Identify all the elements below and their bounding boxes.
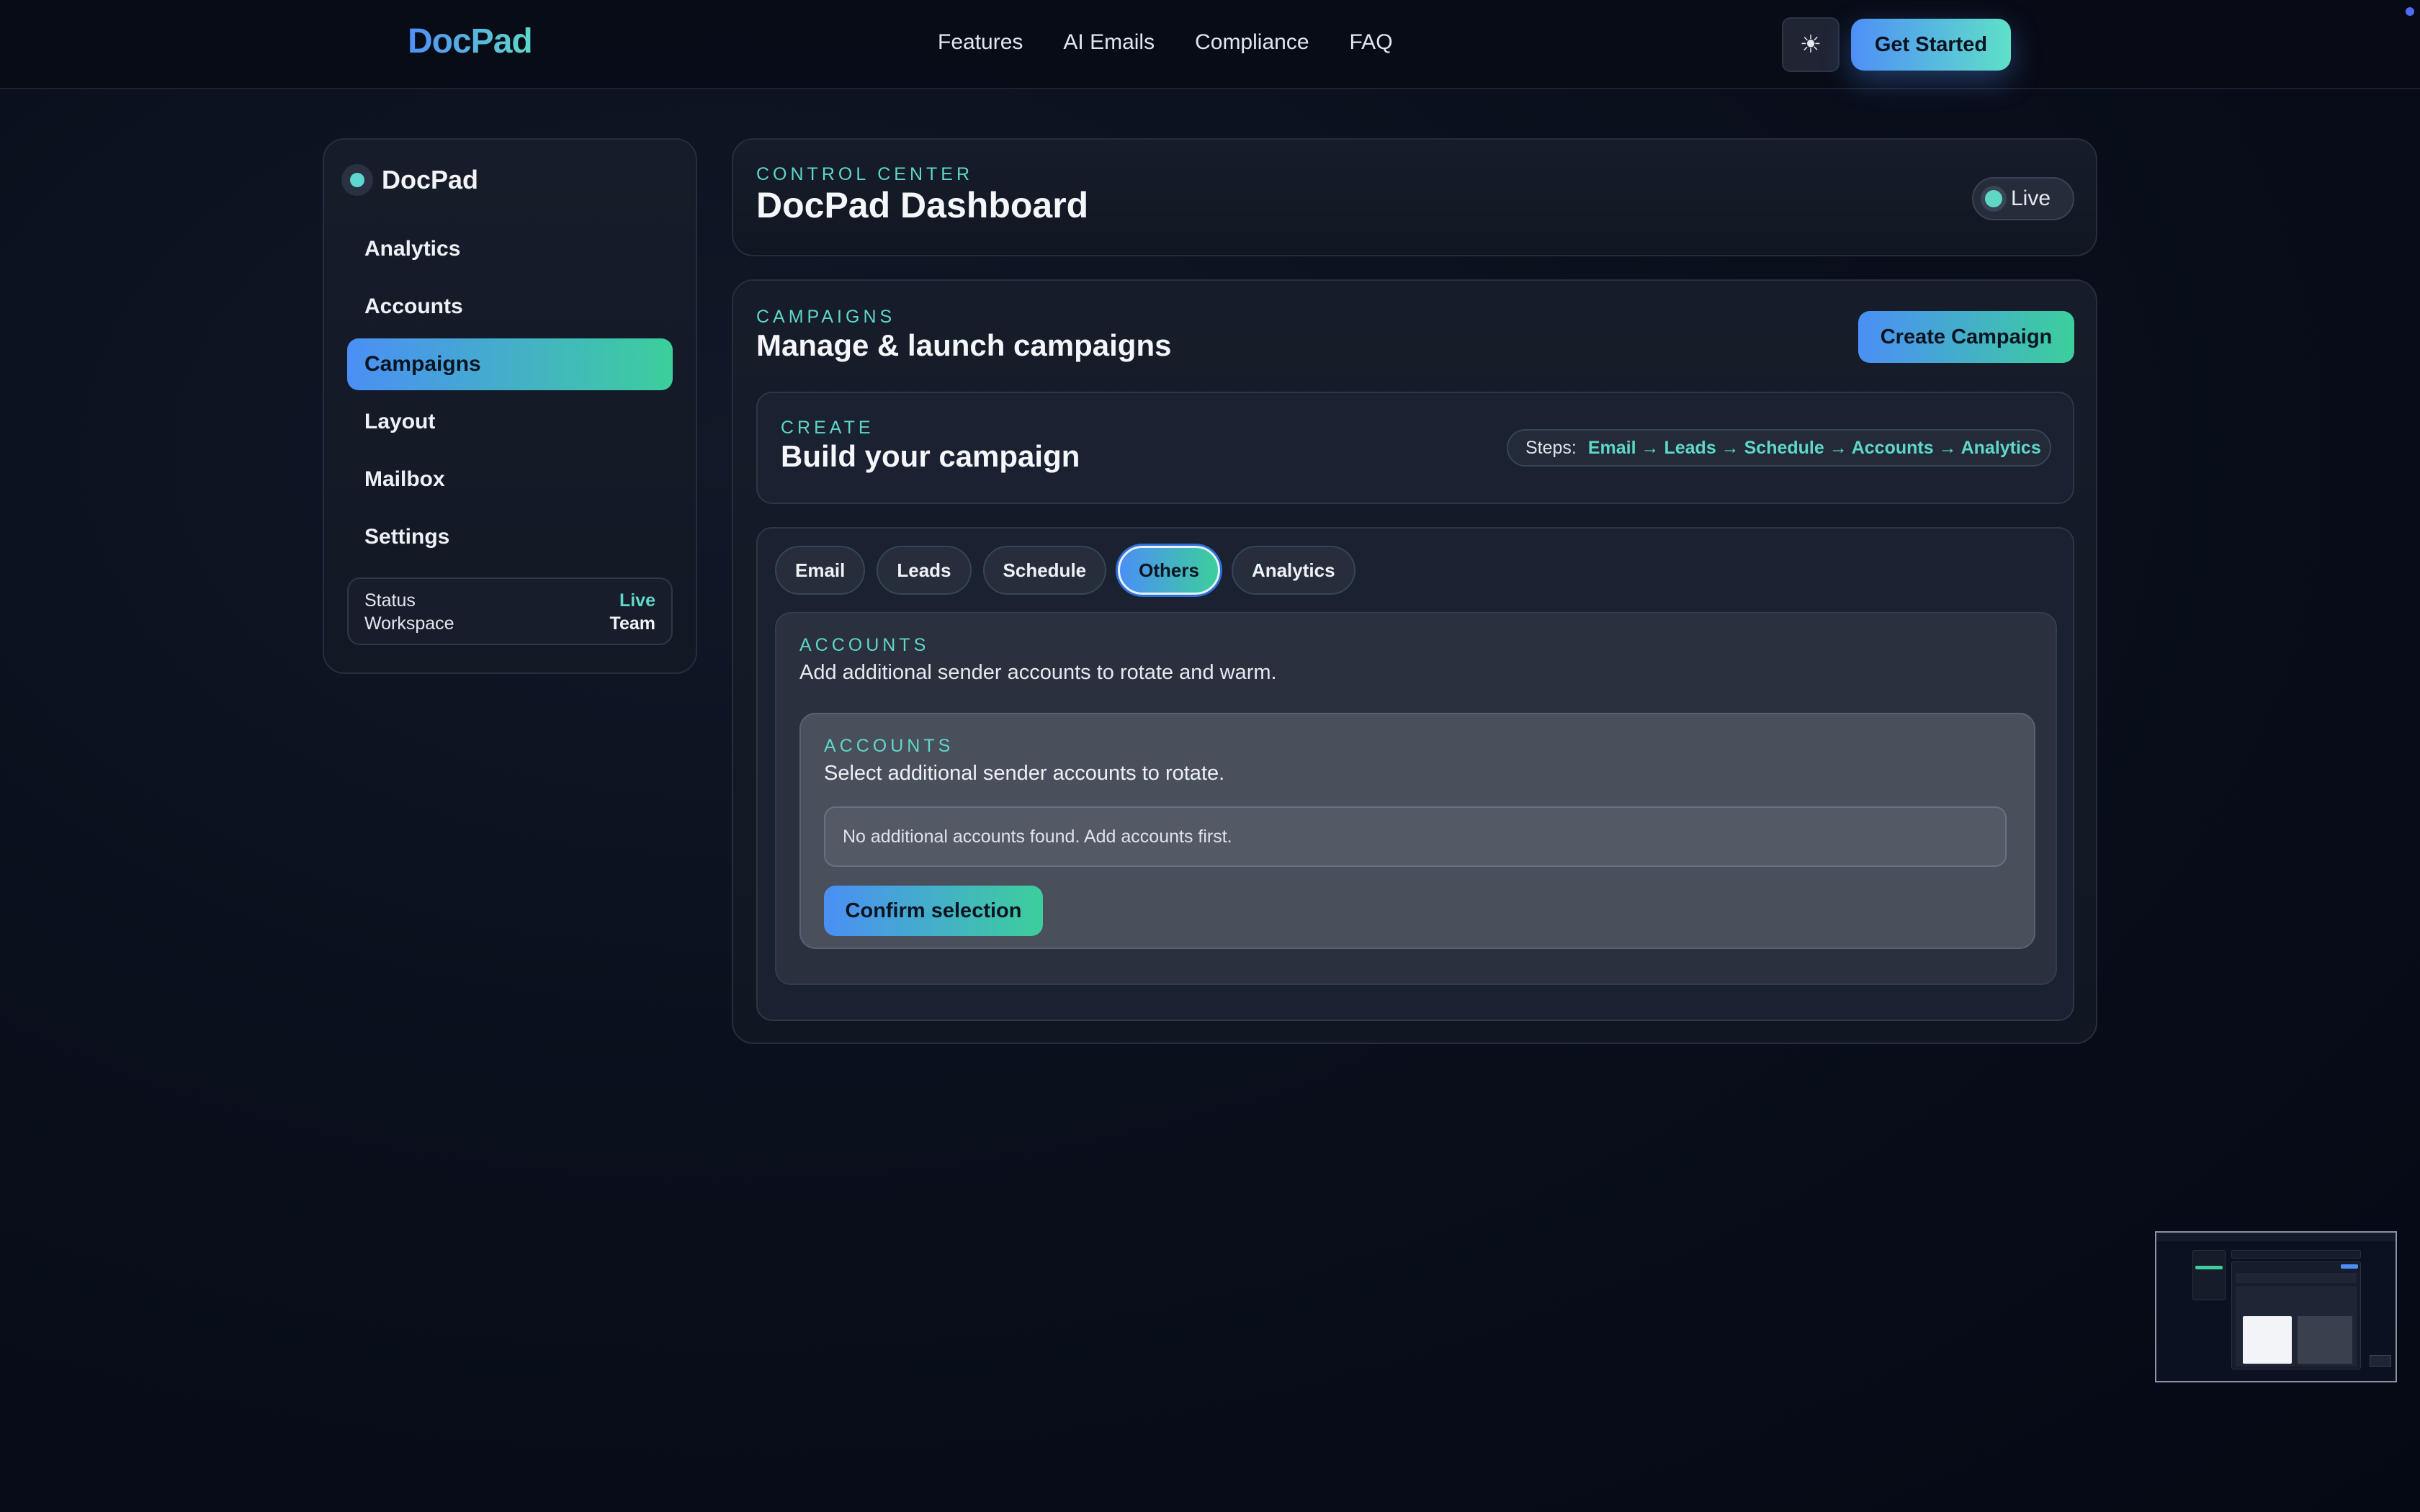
accounts-description: Add additional sender accounts to rotate… [799,661,1277,684]
logo-dot-icon [341,164,373,196]
sun-icon: ☀ [1799,31,1822,58]
live-dot-icon [1985,190,2002,207]
tab-email[interactable]: Email [775,546,866,595]
accounts-eyebrow: ACCOUNTS [799,635,930,655]
build-campaign-card: CREATE Build your campaign Steps: Email … [756,392,2074,504]
nav-link-features[interactable]: Features [938,30,1023,55]
theme-toggle-button[interactable]: ☀ [1782,17,1839,72]
tab-analytics[interactable]: Analytics [1231,546,1355,595]
sidebar-logo[interactable]: DocPad [341,164,478,196]
dashboard-header: CONTROL CENTER DocPad Dashboard Live [732,138,2097,256]
accounts-selector-eyebrow: ACCOUNTS [824,736,954,756]
campaign-builder: Email Leads Schedule Others Analytics AC… [756,527,2074,1021]
page-title: DocPad Dashboard [756,185,1089,225]
sidebar-item-campaigns[interactable]: Campaigns [347,338,673,390]
builder-tabs: Email Leads Schedule Others Analytics [775,546,1355,595]
header-eyebrow: CONTROL CENTER [756,164,974,184]
nav-link-compliance[interactable]: Compliance [1195,30,1309,55]
page-minimap-preview[interactable] [2155,1231,2397,1382]
sidebar-logo-text: DocPad [382,165,479,194]
campaigns-eyebrow: CAMPAIGNS [756,307,896,327]
nav-link-ai-emails[interactable]: AI Emails [1063,30,1155,55]
sidebar-item-analytics[interactable]: Analytics [347,223,673,275]
campaigns-panel: CAMPAIGNS Manage & launch campaigns Crea… [732,279,2097,1044]
sidebar: DocPad Analytics Accounts Campaigns Layo… [323,138,697,674]
sidebar-item-settings[interactable]: Settings [347,511,673,563]
tab-schedule[interactable]: Schedule [982,546,1107,595]
live-badge-label: Live [2011,186,2051,210]
sidebar-item-accounts[interactable]: Accounts [347,281,673,333]
workspace-status-card: Status Live Workspace Team [347,577,673,645]
accounts-selector-description: Select additional sender accounts to rot… [824,762,1225,785]
accounts-section: ACCOUNTS Add additional sender accounts … [775,612,2057,985]
brand-logo[interactable]: DocPad [408,22,533,61]
steps-sequence: Email → Leads → Schedule → Accounts → An… [1587,437,2041,458]
accounts-empty-message: No additional accounts found. Add accoun… [824,806,2007,867]
nav-links: Features AI Emails Compliance FAQ [938,30,1393,55]
build-title: Build your campaign [781,439,1080,473]
live-status-badge: Live [1972,177,2074,220]
sidebar-item-mailbox[interactable]: Mailbox [347,454,673,505]
sidebar-item-layout[interactable]: Layout [347,396,673,448]
steps-label: Steps: [1525,437,1577,458]
steps-indicator: Steps: Email → Leads → Schedule → Accoun… [1507,429,2051,467]
get-started-button[interactable]: Get Started [1851,19,2011,71]
tab-leads[interactable]: Leads [877,546,972,595]
top-navbar: DocPad Features AI Emails Compliance FAQ… [0,0,2420,89]
nav-link-faq[interactable]: FAQ [1350,30,1393,55]
accounts-selector-card: ACCOUNTS Select additional sender accoun… [799,713,2035,949]
status-label: Status [364,590,416,611]
campaigns-title: Manage & launch campaigns [756,328,1172,362]
indicator-dot [2406,7,2414,16]
confirm-selection-button[interactable]: Confirm selection [824,886,1043,936]
workspace-value: Team [609,613,655,634]
tab-others[interactable]: Others [1118,546,1220,595]
status-value: Live [619,590,655,611]
workspace-label: Workspace [364,613,454,634]
build-eyebrow: CREATE [781,418,874,438]
create-campaign-button[interactable]: Create Campaign [1858,311,2074,363]
sidebar-menu: Analytics Accounts Campaigns Layout Mail… [347,223,673,569]
